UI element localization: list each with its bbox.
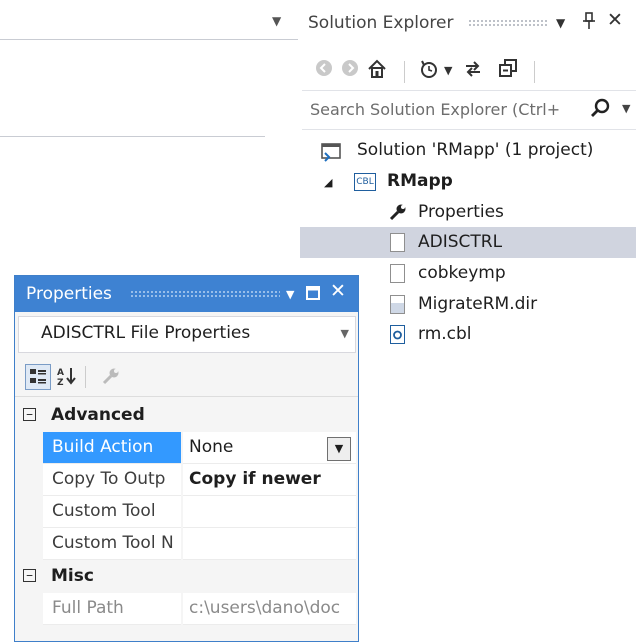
tree-item-label: RMapp — [387, 171, 453, 191]
divider — [0, 39, 298, 40]
home-icon[interactable] — [366, 58, 388, 85]
properties-window: Properties ▼ ✕ ADISCTRL File Properties … — [14, 275, 359, 642]
search-icon[interactable] — [590, 97, 612, 124]
pin-icon[interactable] — [583, 12, 595, 34]
object-selector-value: ADISCTRL File Properties — [41, 323, 251, 343]
dropdown-button[interactable]: ▼ — [327, 437, 351, 461]
chevron-down-icon[interactable]: ▼ — [341, 327, 349, 340]
alphabetical-sort-icon[interactable]: AZ — [55, 364, 79, 388]
category-label: Advanced — [51, 405, 145, 425]
drag-grip[interactable] — [130, 290, 280, 298]
property-value[interactable] — [183, 496, 356, 528]
tree-item-properties[interactable]: Properties — [300, 197, 636, 228]
solution-icon — [320, 142, 342, 167]
svg-text:A: A — [57, 368, 64, 378]
tree-item-project[interactable]: ◢ CBL RMapp — [300, 166, 636, 197]
tree-item-solution[interactable]: Solution 'RMapp' (1 project) — [300, 135, 636, 166]
property-name[interactable]: Custom Tool — [43, 496, 181, 528]
properties-toolbar: AZ — [15, 356, 358, 397]
sync-icon[interactable] — [462, 58, 484, 85]
expanded-triangle-icon[interactable]: ◢ — [324, 176, 332, 189]
back-icon[interactable] — [314, 58, 334, 83]
object-selector-dropdown[interactable]: ADISCTRL File Properties ▼ — [18, 316, 356, 353]
property-value[interactable] — [183, 528, 356, 560]
category-misc[interactable]: − Misc — [15, 561, 356, 592]
search-input[interactable]: Search Solution Explorer (Ctrl+ — [310, 100, 560, 119]
cobol-file-icon — [390, 325, 405, 344]
property-name[interactable]: Full Path — [43, 593, 181, 625]
panel-title: Properties — [26, 284, 112, 304]
collapse-icon[interactable]: − — [23, 408, 36, 421]
property-name[interactable]: Build Action — [43, 432, 181, 464]
maximize-icon[interactable] — [306, 285, 320, 305]
dir-file-icon — [390, 295, 405, 314]
divider — [0, 136, 265, 137]
svg-text:Z: Z — [57, 378, 64, 388]
close-icon[interactable]: ✕ — [607, 9, 623, 31]
chevron-down-icon[interactable]: ▼ — [622, 102, 630, 115]
chevron-down-icon[interactable]: ▼ — [556, 16, 565, 30]
file-icon — [390, 233, 405, 252]
property-row-custom-tool-namespace[interactable]: Custom Tool N — [15, 528, 356, 560]
search-solution-explorer[interactable]: Search Solution Explorer (Ctrl+ ▼ — [302, 90, 636, 130]
category-advanced[interactable]: − Advanced — [15, 400, 356, 431]
property-value[interactable]: Copy if newer — [183, 464, 356, 496]
category-label: Misc — [51, 566, 94, 586]
solution-explorer-titlebar: Solution Explorer ▼ ✕ — [300, 0, 636, 46]
close-icon[interactable]: ✕ — [330, 280, 346, 302]
categorized-icon[interactable] — [25, 364, 51, 390]
tree-item-label: Properties — [418, 202, 504, 222]
property-row-custom-tool[interactable]: Custom Tool — [15, 496, 356, 528]
tree-item-label: Solution 'RMapp' (1 project) — [357, 140, 594, 160]
panel-title: Solution Explorer — [308, 13, 454, 33]
tree-item-label: MigrateRM.dir — [418, 294, 538, 314]
tree-item-adisctrl[interactable]: ADISCTRL — [300, 227, 636, 258]
toolbar-separator — [534, 61, 535, 83]
property-name[interactable]: Custom Tool N — [43, 528, 181, 560]
collapse-icon[interactable]: − — [23, 569, 36, 582]
collapse-all-icon[interactable] — [497, 58, 519, 85]
toolbar-separator — [404, 61, 405, 83]
property-pages-wrench-icon[interactable] — [99, 364, 123, 388]
tree-item-label: cobkeymp — [418, 263, 506, 283]
toolbar-separator — [85, 366, 86, 388]
history-icon[interactable] — [418, 58, 440, 85]
forward-icon[interactable] — [340, 58, 360, 83]
tree-item-label: rm.cbl — [418, 324, 472, 344]
property-row-full-path[interactable]: Full Path c:\users\dano\doc — [15, 593, 356, 625]
properties-titlebar[interactable]: Properties ▼ ✕ — [15, 276, 358, 312]
chevron-down-icon[interactable]: ▼ — [272, 14, 281, 28]
property-row-build-action[interactable]: Build Action None ▼ — [15, 432, 356, 464]
wrench-icon — [389, 203, 407, 226]
tree-item-label: ADISCTRL — [418, 232, 503, 252]
property-name[interactable]: Copy To Outp — [43, 464, 181, 496]
file-icon — [390, 264, 405, 283]
solution-explorer-toolbar: ▼ — [300, 50, 636, 90]
cobol-project-icon: CBL — [354, 173, 376, 191]
property-value[interactable]: c:\users\dano\doc — [183, 593, 356, 625]
property-row-copy-to-output[interactable]: Copy To Outp Copy if newer — [15, 464, 356, 496]
drag-grip[interactable] — [468, 19, 548, 27]
chevron-down-icon[interactable]: ▼ — [444, 64, 452, 77]
chevron-down-icon[interactable]: ▼ — [286, 288, 294, 301]
